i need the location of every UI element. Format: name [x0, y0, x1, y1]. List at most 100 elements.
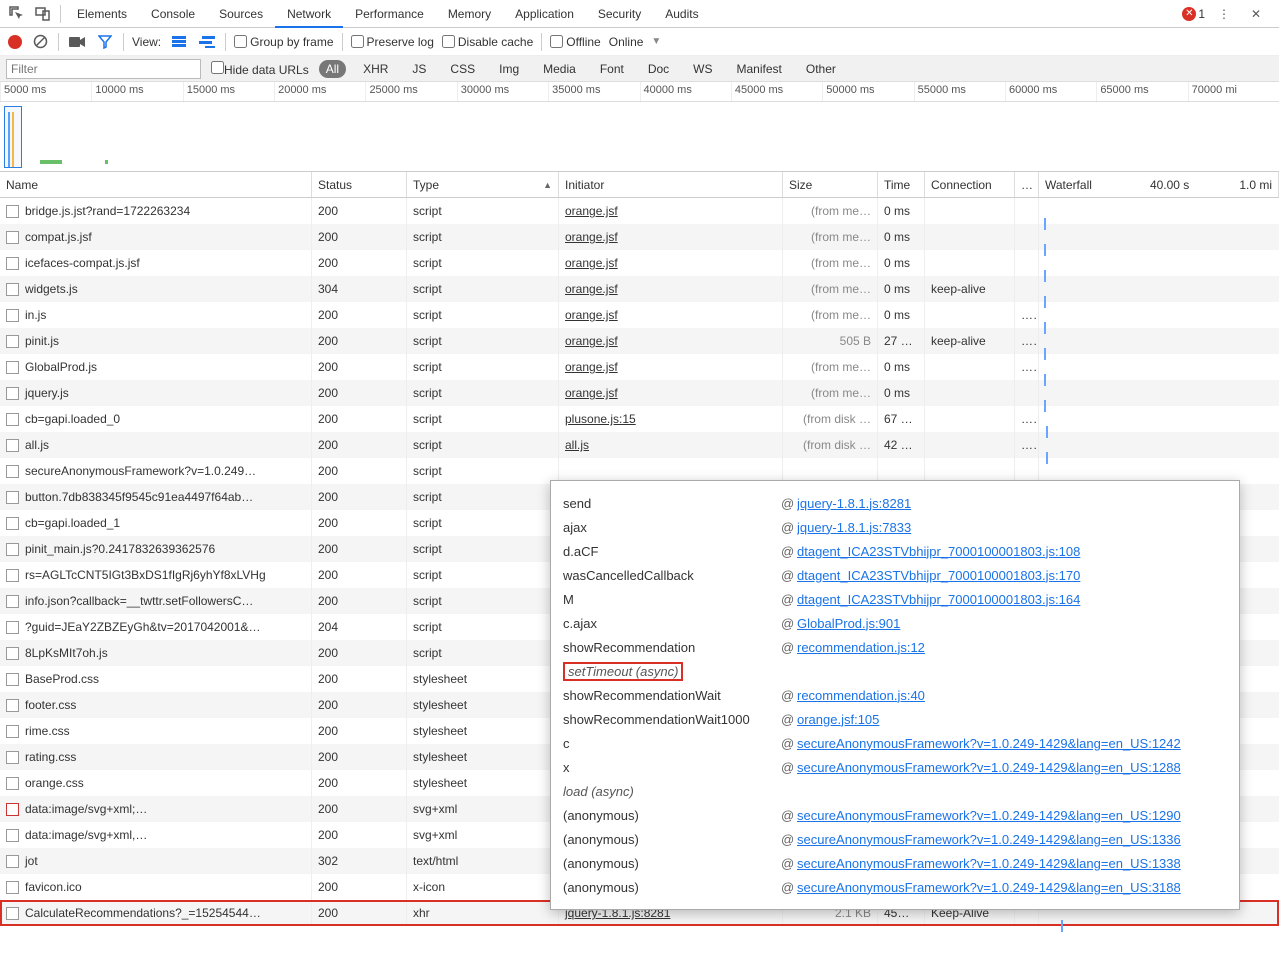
filter-type-xhr[interactable]: XHR — [356, 60, 395, 78]
stack-source-link[interactable]: GlobalProd.js:901 — [797, 616, 1227, 631]
stack-source-link[interactable]: secureAnonymousFramework?v=1.0.249-1429&… — [797, 856, 1227, 871]
table-row[interactable]: in.js200scriptorange.jsf(from me…0 ms… — [0, 302, 1279, 328]
col-waterfall[interactable]: Waterfall 40.00 s 1.0 mi — [1039, 172, 1279, 197]
request-type: script — [407, 198, 559, 224]
overview-icon[interactable] — [197, 32, 217, 52]
request-connection — [925, 406, 1015, 432]
request-initiator[interactable]: orange.jsf — [559, 302, 783, 328]
filter-type-css[interactable]: CSS — [443, 60, 482, 78]
table-row[interactable]: all.js200scriptall.js(from disk …42 …… — [0, 432, 1279, 458]
request-initiator[interactable]: orange.jsf — [559, 250, 783, 276]
request-initiator[interactable]: orange.jsf — [559, 328, 783, 354]
tab-network[interactable]: Network — [275, 0, 343, 28]
filter-input[interactable] — [6, 59, 201, 79]
stack-source-link[interactable]: orange.jsf:105 — [797, 712, 1227, 727]
close-icon[interactable]: ✕ — [1243, 1, 1269, 27]
filter-type-js[interactable]: JS — [405, 60, 433, 78]
offline-checkbox[interactable]: Offline — [550, 35, 600, 49]
request-initiator[interactable]: plusone.js:15 — [559, 406, 783, 432]
stack-source-link[interactable]: dtagent_ICA23STVbhijpr_7000100001803.js:… — [797, 568, 1227, 583]
error-count[interactable]: ✕1 — [1182, 7, 1205, 21]
table-row[interactable]: compat.js.jsf200scriptorange.jsf(from me… — [0, 224, 1279, 250]
stack-source-link[interactable]: secureAnonymousFramework?v=1.0.249-1429&… — [797, 760, 1227, 775]
tab-application[interactable]: Application — [503, 0, 586, 28]
filter-type-media[interactable]: Media — [536, 60, 583, 78]
table-row[interactable]: GlobalProd.js200scriptorange.jsf(from me… — [0, 354, 1279, 380]
timeline-overview[interactable] — [0, 102, 1279, 172]
col-type[interactable]: Type — [407, 172, 559, 197]
request-initiator[interactable]: orange.jsf — [559, 198, 783, 224]
request-name: favicon.ico — [25, 880, 82, 894]
tab-sources[interactable]: Sources — [207, 0, 275, 28]
request-type: script — [407, 380, 559, 406]
request-initiator[interactable]: orange.jsf — [559, 380, 783, 406]
col-time[interactable]: Time — [878, 172, 925, 197]
stack-source-link[interactable]: secureAnonymousFramework?v=1.0.249-1429&… — [797, 880, 1227, 895]
group-by-frame-checkbox[interactable]: Group by frame — [234, 35, 333, 49]
stack-source-link[interactable]: secureAnonymousFramework?v=1.0.249-1429&… — [797, 808, 1227, 823]
filter-type-manifest[interactable]: Manifest — [730, 60, 789, 78]
tab-elements[interactable]: Elements — [65, 0, 139, 28]
timeline-ruler[interactable]: 5000 ms10000 ms15000 ms20000 ms25000 ms3… — [0, 82, 1279, 102]
stack-source-link[interactable]: dtagent_ICA23STVbhijpr_7000100001803.js:… — [797, 544, 1227, 559]
stack-function: x — [563, 760, 781, 775]
col-name[interactable]: Name — [0, 172, 312, 197]
preserve-log-checkbox[interactable]: Preserve log — [351, 35, 434, 49]
clear-icon[interactable] — [30, 32, 50, 52]
table-row[interactable]: bridge.js.jst?rand=1722263234200scriptor… — [0, 198, 1279, 224]
request-name: in.js — [25, 308, 46, 322]
devtools-tab-strip: ElementsConsoleSourcesNetworkPerformance… — [0, 0, 1279, 28]
disable-cache-checkbox[interactable]: Disable cache — [442, 35, 533, 49]
table-row[interactable]: icefaces-compat.js.jsf200scriptorange.js… — [0, 250, 1279, 276]
stack-source-link[interactable]: recommendation.js:12 — [797, 640, 1227, 655]
filter-type-font[interactable]: Font — [593, 60, 631, 78]
request-initiator[interactable]: orange.jsf — [559, 354, 783, 380]
col-size[interactable]: Size — [783, 172, 878, 197]
file-icon — [6, 777, 19, 790]
request-status: 200 — [312, 484, 407, 510]
stack-source-link[interactable]: secureAnonymousFramework?v=1.0.249-1429&… — [797, 832, 1227, 847]
col-status[interactable]: Status — [312, 172, 407, 197]
request-initiator[interactable]: orange.jsf — [559, 276, 783, 302]
tab-security[interactable]: Security — [586, 0, 653, 28]
chevron-down-icon[interactable]: ▼ — [651, 36, 661, 47]
stack-source-link[interactable]: secureAnonymousFramework?v=1.0.249-1429&… — [797, 736, 1227, 751]
col-initiator[interactable]: Initiator — [559, 172, 783, 197]
table-row[interactable]: cb=gapi.loaded_0200scriptplusone.js:15(f… — [0, 406, 1279, 432]
filter-type-img[interactable]: Img — [492, 60, 526, 78]
stack-frame: M@dtagent_ICA23STVbhijpr_7000100001803.j… — [563, 587, 1227, 611]
col-connection[interactable]: Connection — [925, 172, 1015, 197]
request-type: script — [407, 328, 559, 354]
hide-data-urls-checkbox[interactable]: Hide data URLs — [211, 61, 309, 77]
network-toolbar: View: Group by frame Preserve log Disabl… — [0, 28, 1279, 56]
throttle-select[interactable]: Online — [609, 35, 644, 49]
filter-type-doc[interactable]: Doc — [641, 60, 676, 78]
tab-memory[interactable]: Memory — [436, 0, 503, 28]
record-button[interactable] — [8, 35, 22, 49]
request-initiator[interactable]: all.js — [559, 432, 783, 458]
stack-source-link[interactable]: jquery-1.8.1.js:8281 — [797, 496, 1227, 511]
large-rows-icon[interactable] — [169, 32, 189, 52]
table-row[interactable]: jquery.js200scriptorange.jsf(from me…0 m… — [0, 380, 1279, 406]
table-row[interactable]: pinit.js200scriptorange.jsf505 B27 …keep… — [0, 328, 1279, 354]
request-type: script — [407, 224, 559, 250]
device-toggle-icon[interactable] — [30, 1, 56, 27]
stack-source-link[interactable]: dtagent_ICA23STVbhijpr_7000100001803.js:… — [797, 592, 1227, 607]
inspect-icon[interactable] — [4, 1, 30, 27]
tab-audits[interactable]: Audits — [653, 0, 710, 28]
table-row[interactable]: widgets.js304scriptorange.jsf(from me…0 … — [0, 276, 1279, 302]
filter-type-all[interactable]: All — [319, 60, 346, 78]
filter-type-ws[interactable]: WS — [686, 60, 719, 78]
tab-console[interactable]: Console — [139, 0, 207, 28]
kebab-menu-icon[interactable]: ⋮ — [1211, 1, 1237, 27]
camera-icon[interactable] — [67, 32, 87, 52]
stack-source-link[interactable]: jquery-1.8.1.js:7833 — [797, 520, 1227, 535]
filter-icon[interactable] — [95, 32, 115, 52]
stack-source-link[interactable]: recommendation.js:40 — [797, 688, 1227, 703]
filter-type-other[interactable]: Other — [799, 60, 843, 78]
col-overflow[interactable]: … — [1015, 172, 1039, 197]
tab-performance[interactable]: Performance — [343, 0, 436, 28]
stack-function: setTimeout (async) — [563, 662, 781, 681]
request-initiator[interactable]: orange.jsf — [559, 224, 783, 250]
request-time: 0 ms — [878, 276, 925, 302]
